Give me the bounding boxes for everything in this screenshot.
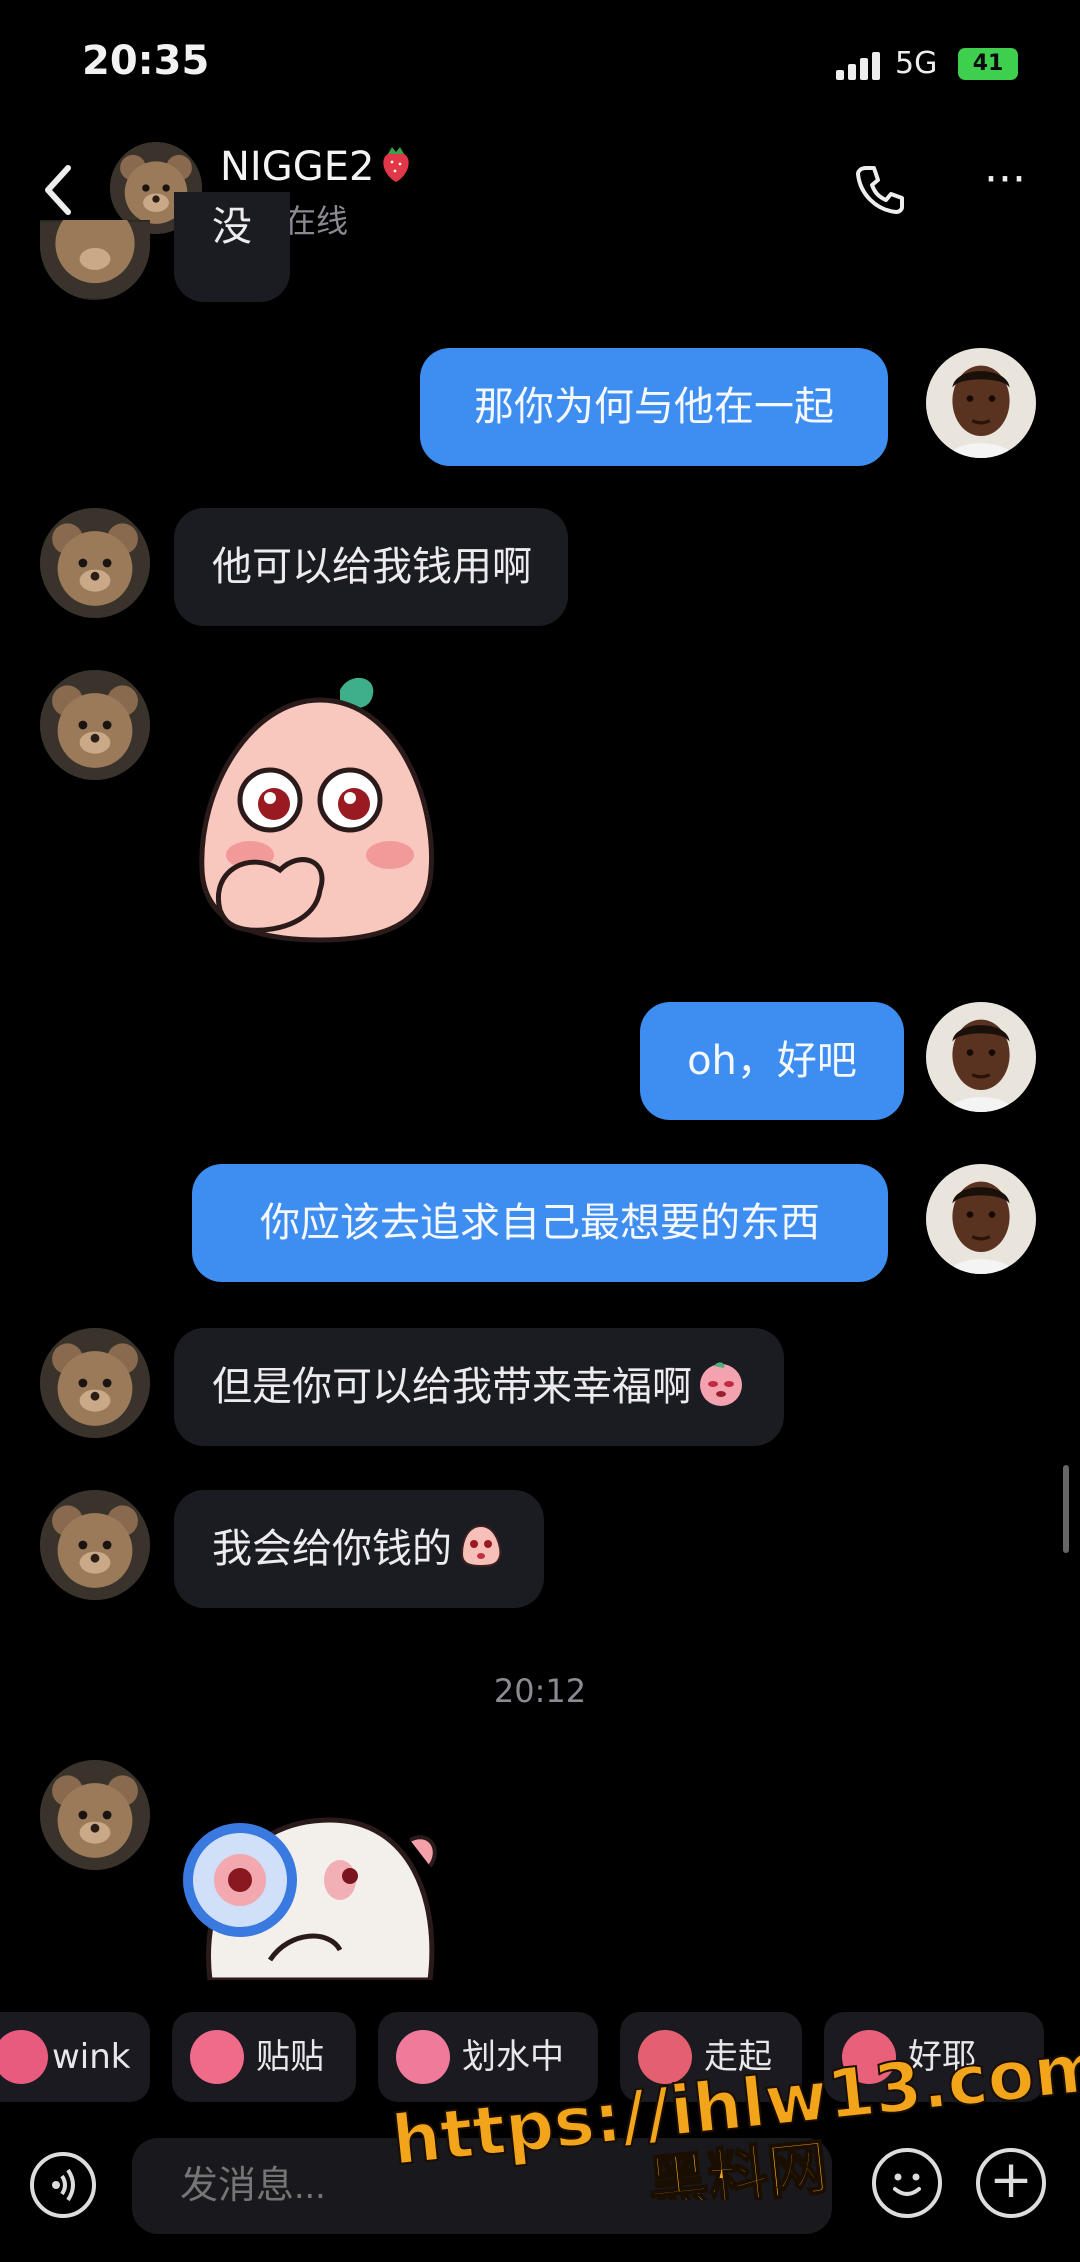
plus-icon[interactable]: + — [976, 2148, 1046, 2218]
quick-reply-zouqi[interactable]: 走起 — [620, 2012, 802, 2102]
quick-reply-wink[interactable]: wink — [0, 2012, 150, 2102]
message-bubble-in[interactable]: 他可以给我钱用啊 — [174, 508, 568, 626]
wink-emoji-icon — [0, 2030, 48, 2084]
message-bubble-out[interactable]: 那你为何与他在一起 — [420, 348, 888, 466]
go-emoji-icon — [638, 2030, 692, 2084]
contact-avatar — [40, 220, 150, 300]
quick-reply-label: wink — [52, 2037, 131, 2077]
input-row: + — [0, 2128, 1080, 2238]
message-bubble-in[interactable]: 但是你可以给我带来幸福啊 — [174, 1328, 784, 1446]
contact-avatar — [40, 1490, 150, 1600]
contact-avatar — [40, 508, 150, 618]
quick-reply-huashuizhong[interactable]: 划水中 — [378, 2012, 598, 2102]
message-bubble-out[interactable]: oh，好吧 — [640, 1002, 904, 1120]
message-timestamp: 20:12 — [493, 1672, 587, 1710]
message-text: 我会给你钱的 — [212, 1526, 452, 1572]
message-text: 但是你可以给我带来幸福啊 — [212, 1364, 692, 1410]
quick-reply-label: 走起 — [704, 2037, 772, 2077]
status-time: 20:35 — [82, 38, 210, 84]
quick-reply-label: 好耶 — [908, 2037, 976, 2077]
swim-emoji-icon — [396, 2030, 450, 2084]
message-bubble-in[interactable]: 我会给你钱的 — [174, 1490, 544, 1608]
contact-name: NIGGE2 — [220, 144, 414, 190]
contact-avatar — [40, 1328, 150, 1438]
status-bar: 20:35 5G 41 — [0, 0, 1080, 120]
magnifier-sticker[interactable] — [180, 1780, 450, 1980]
voice-icon[interactable] — [30, 2152, 96, 2218]
quick-reply-label: 贴贴 — [256, 2037, 324, 2077]
peach-emoji-icon — [456, 1498, 506, 1568]
message-bubble-in[interactable]: 没 — [174, 192, 290, 302]
emoji-icon[interactable] — [872, 2148, 942, 2218]
quick-reply-tietie[interactable]: 贴贴 — [172, 2012, 356, 2102]
message-input[interactable] — [132, 2138, 832, 2234]
quick-reply-label: 划水中 — [462, 2037, 564, 2077]
bottom-panel: wink 贴贴 划水中 走起 好耶 + — [0, 1980, 1080, 2262]
contact-avatar — [40, 670, 150, 780]
phone-icon[interactable] — [850, 160, 910, 220]
contact-avatar — [40, 1760, 150, 1870]
battery-icon: 41 — [958, 48, 1018, 80]
scrollbar[interactable] — [1063, 1465, 1069, 1553]
my-avatar — [926, 1164, 1036, 1274]
yay-emoji-icon — [842, 2030, 896, 2084]
hug-emoji-icon — [190, 2030, 244, 2084]
chevron-left-icon[interactable] — [38, 160, 78, 220]
my-avatar — [926, 1002, 1036, 1112]
message-bubble-out[interactable]: 你应该去追求自己最想要的东西 — [192, 1164, 888, 1282]
quick-reply-haoye[interactable]: 好耶 — [824, 2012, 1044, 2102]
strawberry-icon — [378, 144, 414, 184]
signal-icon — [836, 50, 880, 80]
peach-shy-sticker[interactable] — [190, 670, 450, 950]
my-avatar — [926, 348, 1036, 458]
more-icon[interactable]: ··· — [975, 158, 1035, 220]
network-type: 5G — [895, 46, 938, 81]
blush-emoji-icon — [696, 1336, 746, 1406]
chat-header: NIGGE2 当前在线 ··· — [0, 120, 1080, 260]
